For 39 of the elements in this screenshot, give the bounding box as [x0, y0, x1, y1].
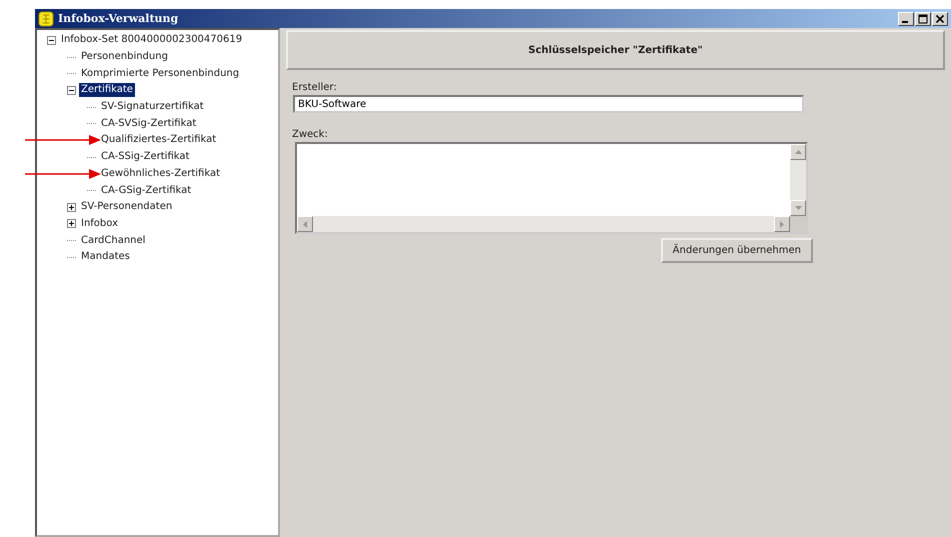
collapse-icon[interactable] [67, 86, 76, 95]
tree-item[interactable]: CA-SVSig-Zertifikat [99, 116, 198, 131]
tree-item[interactable]: CA-GSig-Zertifikat [99, 184, 194, 198]
window-title: Infobox-Verwaltung [58, 12, 180, 25]
tree-item[interactable]: Infobox [79, 216, 120, 231]
panel-heading: Schlüsselspeicher "Zertifikate" [286, 30, 945, 70]
chip-card-icon [38, 10, 54, 26]
tree-item[interactable]: Personenbindung [79, 50, 170, 64]
tree-item[interactable]: SV-Personendaten [79, 200, 174, 214]
minimize-button[interactable] [898, 12, 914, 26]
text-field[interactable]: BKU-Software [293, 95, 804, 113]
close-icon [935, 14, 945, 24]
tree-item[interactable]: Mandates [79, 250, 132, 264]
expand-icon[interactable] [67, 219, 76, 228]
tree-item[interactable]: CardChannel [79, 234, 148, 248]
tree-item[interactable]: Zertifikate [79, 83, 135, 98]
expand-icon[interactable] [67, 202, 76, 212]
tree-item[interactable]: Gewöhnliches-Zertifikat [99, 166, 222, 181]
field-label: Ersteller: [292, 82, 338, 93]
minimize-icon [902, 20, 908, 22]
scroll-left-icon[interactable] [297, 216, 313, 232]
scroll-down-icon[interactable] [790, 200, 806, 216]
maximize-icon [918, 14, 928, 24]
collapse-icon[interactable] [47, 36, 56, 45]
field-label: Zweck: [292, 129, 329, 140]
close-button[interactable] [932, 12, 948, 26]
tree-item[interactable]: Qualifiziertes-Zertifikat [99, 133, 218, 148]
maximize-button[interactable] [915, 12, 931, 26]
vertical-scrollbar[interactable] [790, 144, 806, 216]
scroll-right-icon[interactable] [774, 216, 790, 232]
tree-item[interactable]: CA-SSig-Zertifikat [99, 150, 192, 164]
horizontal-scrollbar[interactable] [297, 216, 806, 232]
apply-changes-button[interactable]: Änderungen übernehmen [660, 238, 813, 263]
tree-item[interactable]: SV-Signaturzertifikat [99, 100, 206, 114]
tree-item[interactable]: Komprimierte Personenbindung [79, 66, 242, 81]
text-area[interactable] [295, 142, 808, 234]
scrollbar-corner [790, 216, 806, 232]
scroll-up-icon[interactable] [790, 144, 806, 160]
tree-item[interactable]: Infobox-Set 8004000002300470619 [59, 33, 244, 48]
